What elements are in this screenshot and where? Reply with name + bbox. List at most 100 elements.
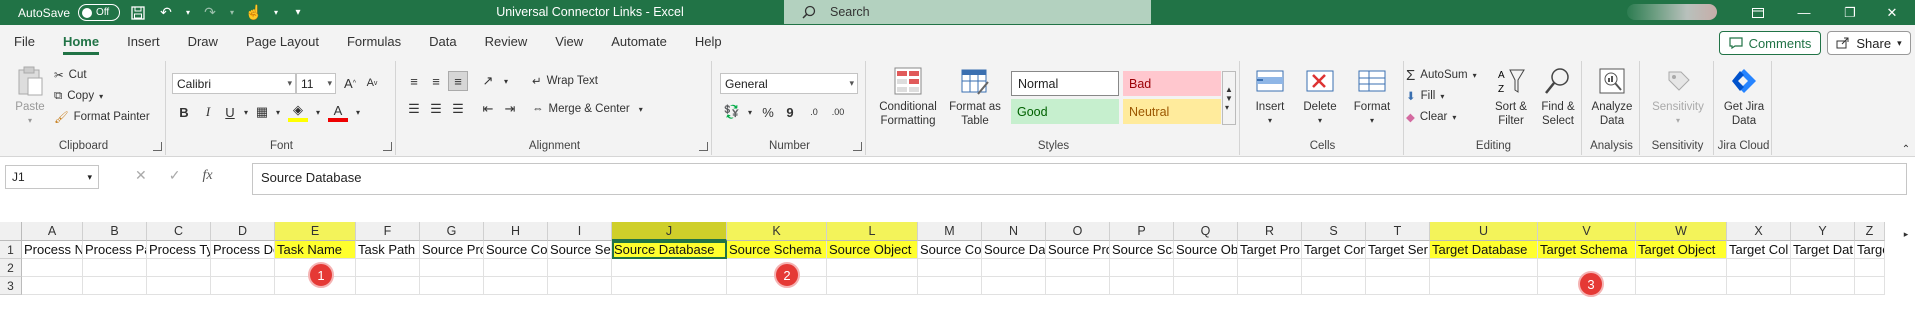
column-scroll-icon[interactable]: ▸ [1896, 224, 1915, 244]
cell-e1[interactable]: Task Name [275, 241, 356, 259]
tab-help[interactable]: Help [681, 25, 736, 59]
autosave-toggle[interactable]: Off [78, 4, 121, 21]
cell-c3[interactable] [147, 277, 211, 295]
cell-u1[interactable]: Target Database [1430, 241, 1538, 259]
cell-f3[interactable] [356, 277, 420, 295]
align-center-icon[interactable]: ☰ [426, 99, 446, 119]
cell-g3[interactable] [420, 277, 484, 295]
column-header-o[interactable]: O [1046, 222, 1110, 241]
cell-l2[interactable] [827, 259, 918, 277]
cell-a3[interactable] [22, 277, 83, 295]
orientation-icon[interactable]: ↗ [478, 71, 498, 91]
cell-s2[interactable] [1302, 259, 1366, 277]
decrease-indent-icon[interactable]: ⇤ [478, 99, 498, 119]
undo-dropdown-icon[interactable]: ▾ [184, 4, 192, 22]
cell-w1[interactable]: Target Object [1636, 241, 1727, 259]
cell-x2[interactable] [1727, 259, 1791, 277]
cell-j2[interactable] [612, 259, 727, 277]
tab-automate[interactable]: Automate [597, 25, 681, 59]
column-header-s[interactable]: S [1302, 222, 1366, 241]
cell-m1[interactable]: Source Co [918, 241, 982, 259]
cell-t3[interactable] [1366, 277, 1430, 295]
ribbon-display-icon[interactable] [1735, 0, 1781, 25]
increase-font-icon[interactable]: A ^ [340, 73, 360, 93]
restore-icon[interactable]: ❐ [1827, 0, 1873, 25]
column-header-b[interactable]: B [83, 222, 147, 241]
orientation-dropdown-icon[interactable]: ▾ [496, 71, 516, 91]
align-middle-icon[interactable]: ≡ [426, 71, 446, 91]
cell-q1[interactable]: Source Ob [1174, 241, 1238, 259]
cell-q3[interactable] [1174, 277, 1238, 295]
tab-draw[interactable]: Draw [174, 25, 232, 59]
row-header-3[interactable]: 3 [0, 277, 22, 295]
cell-p3[interactable] [1110, 277, 1174, 295]
paste-button[interactable]: Paste ▾ [10, 65, 50, 128]
cell-i1[interactable]: Source Se [548, 241, 612, 259]
cell-x1[interactable]: Target Col [1727, 241, 1791, 259]
percent-icon[interactable]: % [758, 102, 778, 122]
tab-page-layout[interactable]: Page Layout [232, 25, 333, 59]
cell-t1[interactable]: Target Ser [1366, 241, 1430, 259]
cell-g2[interactable] [420, 259, 484, 277]
tab-review[interactable]: Review [471, 25, 542, 59]
copy-button[interactable]: ⧉ Copy ▾ [54, 86, 103, 106]
name-box[interactable]: J1 ▾ [5, 165, 99, 189]
minimize-icon[interactable]: — [1781, 0, 1827, 25]
column-header-e[interactable]: E [275, 222, 356, 241]
touch-dropdown-icon[interactable]: ▾ [272, 4, 280, 22]
tab-data[interactable]: Data [415, 25, 470, 59]
collapse-ribbon-icon[interactable]: ⌃ [1896, 139, 1915, 159]
column-header-u[interactable]: U [1430, 222, 1538, 241]
alignment-launcher-icon[interactable] [699, 142, 708, 151]
insert-function-icon[interactable]: fx [202, 168, 212, 184]
comments-button[interactable]: Comments [1719, 31, 1821, 55]
cell-n3[interactable] [982, 277, 1046, 295]
cell-k1[interactable]: Source Schema [727, 241, 827, 259]
column-header-k[interactable]: K [727, 222, 827, 241]
fill-color-dropdown-icon[interactable]: ▾ [308, 102, 328, 122]
cell-f2[interactable] [356, 259, 420, 277]
cell-d1[interactable]: Process De [211, 241, 275, 259]
font-launcher-icon[interactable] [383, 142, 392, 151]
redo-dropdown-icon[interactable]: ▾ [228, 4, 236, 22]
cell-o3[interactable] [1046, 277, 1110, 295]
analyze-data-button[interactable]: Analyze Data [1588, 65, 1636, 128]
column-header-h[interactable]: H [484, 222, 548, 241]
style-bad[interactable]: Bad [1123, 71, 1221, 96]
accounting-icon[interactable]: 💱 [722, 102, 742, 122]
cell-y2[interactable] [1791, 259, 1855, 277]
column-header-c[interactable]: C [147, 222, 211, 241]
tab-view[interactable]: View [541, 25, 597, 59]
insert-cells-button[interactable]: Insert ▾ [1248, 65, 1292, 128]
merge-center-button[interactable]: ⇔ Merge & Center ▾ [532, 99, 643, 119]
cell-r2[interactable] [1238, 259, 1302, 277]
cell-t2[interactable] [1366, 259, 1430, 277]
column-header-w[interactable]: W [1636, 222, 1727, 241]
cell-u3[interactable] [1430, 277, 1538, 295]
accounting-dropdown-icon[interactable]: ▾ [740, 102, 760, 122]
cell-o1[interactable]: Source Pro [1046, 241, 1110, 259]
close-icon[interactable]: ✕ [1869, 0, 1915, 25]
cell-q2[interactable] [1174, 259, 1238, 277]
enter-icon[interactable]: ✓ [169, 167, 181, 184]
cell-a1[interactable]: Process N [22, 241, 83, 259]
customize-qat-icon[interactable]: ▾ [288, 4, 308, 22]
delete-cells-button[interactable]: Delete ▾ [1298, 65, 1342, 128]
style-good[interactable]: Good [1011, 99, 1119, 124]
column-header-x[interactable]: X [1727, 222, 1791, 241]
cell-h3[interactable] [484, 277, 548, 295]
get-jira-data-button[interactable]: Get Jira Data [1720, 65, 1768, 128]
cell-n2[interactable] [982, 259, 1046, 277]
font-size-combo[interactable]: 11 ▾ [296, 73, 336, 94]
column-header-n[interactable]: N [982, 222, 1046, 241]
number-format-combo[interactable]: General ▾ [720, 73, 858, 94]
cell-c2[interactable] [147, 259, 211, 277]
column-header-m[interactable]: M [918, 222, 982, 241]
share-dropdown-icon[interactable]: ▾ [1897, 38, 1902, 49]
cell-h2[interactable] [484, 259, 548, 277]
autosum-button[interactable]: Σ AutoSum ▾ [1406, 65, 1477, 85]
align-bottom-icon[interactable]: ≡ [448, 71, 468, 91]
cell-z2[interactable] [1855, 259, 1885, 277]
style-neutral[interactable]: Neutral [1123, 99, 1221, 124]
sort-filter-button[interactable]: AZ Sort & Filter [1488, 65, 1534, 128]
